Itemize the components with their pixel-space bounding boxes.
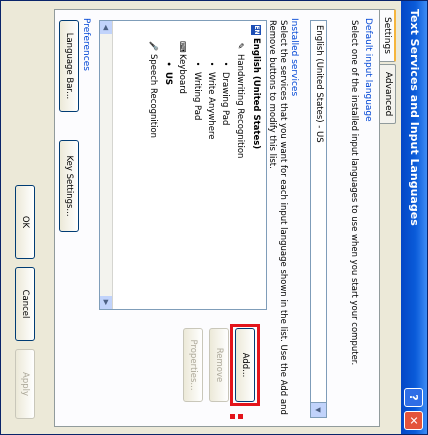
preferences-group-title: Preferences (81, 18, 91, 71)
language-badge-icon: EN (251, 25, 261, 35)
bullet-icon: • (221, 61, 230, 67)
close-icon: ✕ (407, 415, 420, 426)
installed-services-tree[interactable]: EN English (United States) ✎ Handwriting… (99, 20, 267, 310)
tree-item[interactable]: • Write Anywhere (206, 59, 216, 140)
pen-icon: ✎ (236, 42, 245, 50)
properties-button[interactable]: Properties... (183, 328, 203, 402)
tree-language-label: English (United States) (251, 38, 261, 150)
tab-advanced[interactable]: Advanced (380, 63, 396, 125)
highlight-marker (230, 414, 235, 419)
add-button-highlight (230, 324, 260, 406)
tree-item[interactable]: ✎ Handwriting Recognition (235, 41, 245, 159)
tree-item[interactable]: • Drawing Pad (220, 59, 230, 126)
bullet-icon: • (164, 61, 173, 67)
tree-item[interactable]: • US (163, 59, 173, 85)
bullet-icon: • (207, 61, 216, 67)
tree-item[interactable]: • Writing Pad (192, 59, 202, 121)
scroll-right-icon[interactable]: ▶ (100, 296, 112, 309)
tree-item-label: Drawing Pad (220, 72, 230, 126)
help-button[interactable]: ? (404, 388, 423, 407)
window-title: Text Services and Input Languages (408, 9, 421, 226)
title-bar: Text Services and Input Languages ? ✕ (401, 1, 427, 434)
tree-item[interactable]: 🎤 Speech Recognition (148, 41, 158, 138)
default-language-group-title: Default input language (363, 18, 373, 122)
installed-services-group-title: Installed services (289, 18, 299, 97)
highlight-marker (238, 414, 243, 419)
installed-services-description: Select the services that you want for ea… (267, 20, 288, 415)
default-language-description: Select one of the installed input langua… (349, 20, 359, 366)
tab-settings[interactable]: Settings (380, 9, 396, 62)
key-settings-button[interactable]: Key Settings... (59, 140, 79, 232)
text-services-dialog: Text Services and Input Languages ? ✕ Se… (0, 0, 428, 435)
tree-item-label: Writing Pad (192, 72, 202, 121)
default-language-select[interactable]: English (United States) - US ▼ (310, 20, 327, 418)
ok-button[interactable]: OK (15, 185, 35, 259)
tab-strip: Settings Advanced (380, 9, 396, 126)
horizontal-scrollbar[interactable]: ◀ ▶ (100, 21, 113, 309)
keyboard-icon: ⌨ (178, 41, 187, 53)
tree-item-label: Write Anywhere (206, 72, 216, 140)
microphone-icon: 🎤 (149, 41, 158, 51)
tree-item-label: Handwriting Recognition (235, 54, 245, 159)
default-language-value: English (United States) - US (314, 25, 324, 143)
apply-button[interactable]: Apply (15, 349, 35, 419)
chevron-down-icon[interactable]: ▼ (311, 402, 326, 417)
remove-button[interactable]: Remove (209, 328, 229, 402)
tree-item-label: Keyboard (177, 54, 187, 94)
tree-item-label: Speech Recognition (148, 54, 158, 139)
tree-item-label: US (163, 72, 173, 86)
tree-language-node[interactable]: EN English (United States) (251, 25, 261, 149)
bullet-icon: • (193, 61, 202, 67)
close-button[interactable]: ✕ (404, 411, 423, 430)
help-icon: ? (407, 394, 420, 401)
settings-panel: Default input language Select one of the… (54, 9, 380, 427)
tree-item[interactable]: ⌨ Keyboard (177, 41, 187, 94)
cancel-button[interactable]: Cancel (15, 267, 35, 341)
scroll-left-icon[interactable]: ◀ (100, 21, 112, 34)
language-bar-button[interactable]: Language Bar... (59, 20, 79, 112)
